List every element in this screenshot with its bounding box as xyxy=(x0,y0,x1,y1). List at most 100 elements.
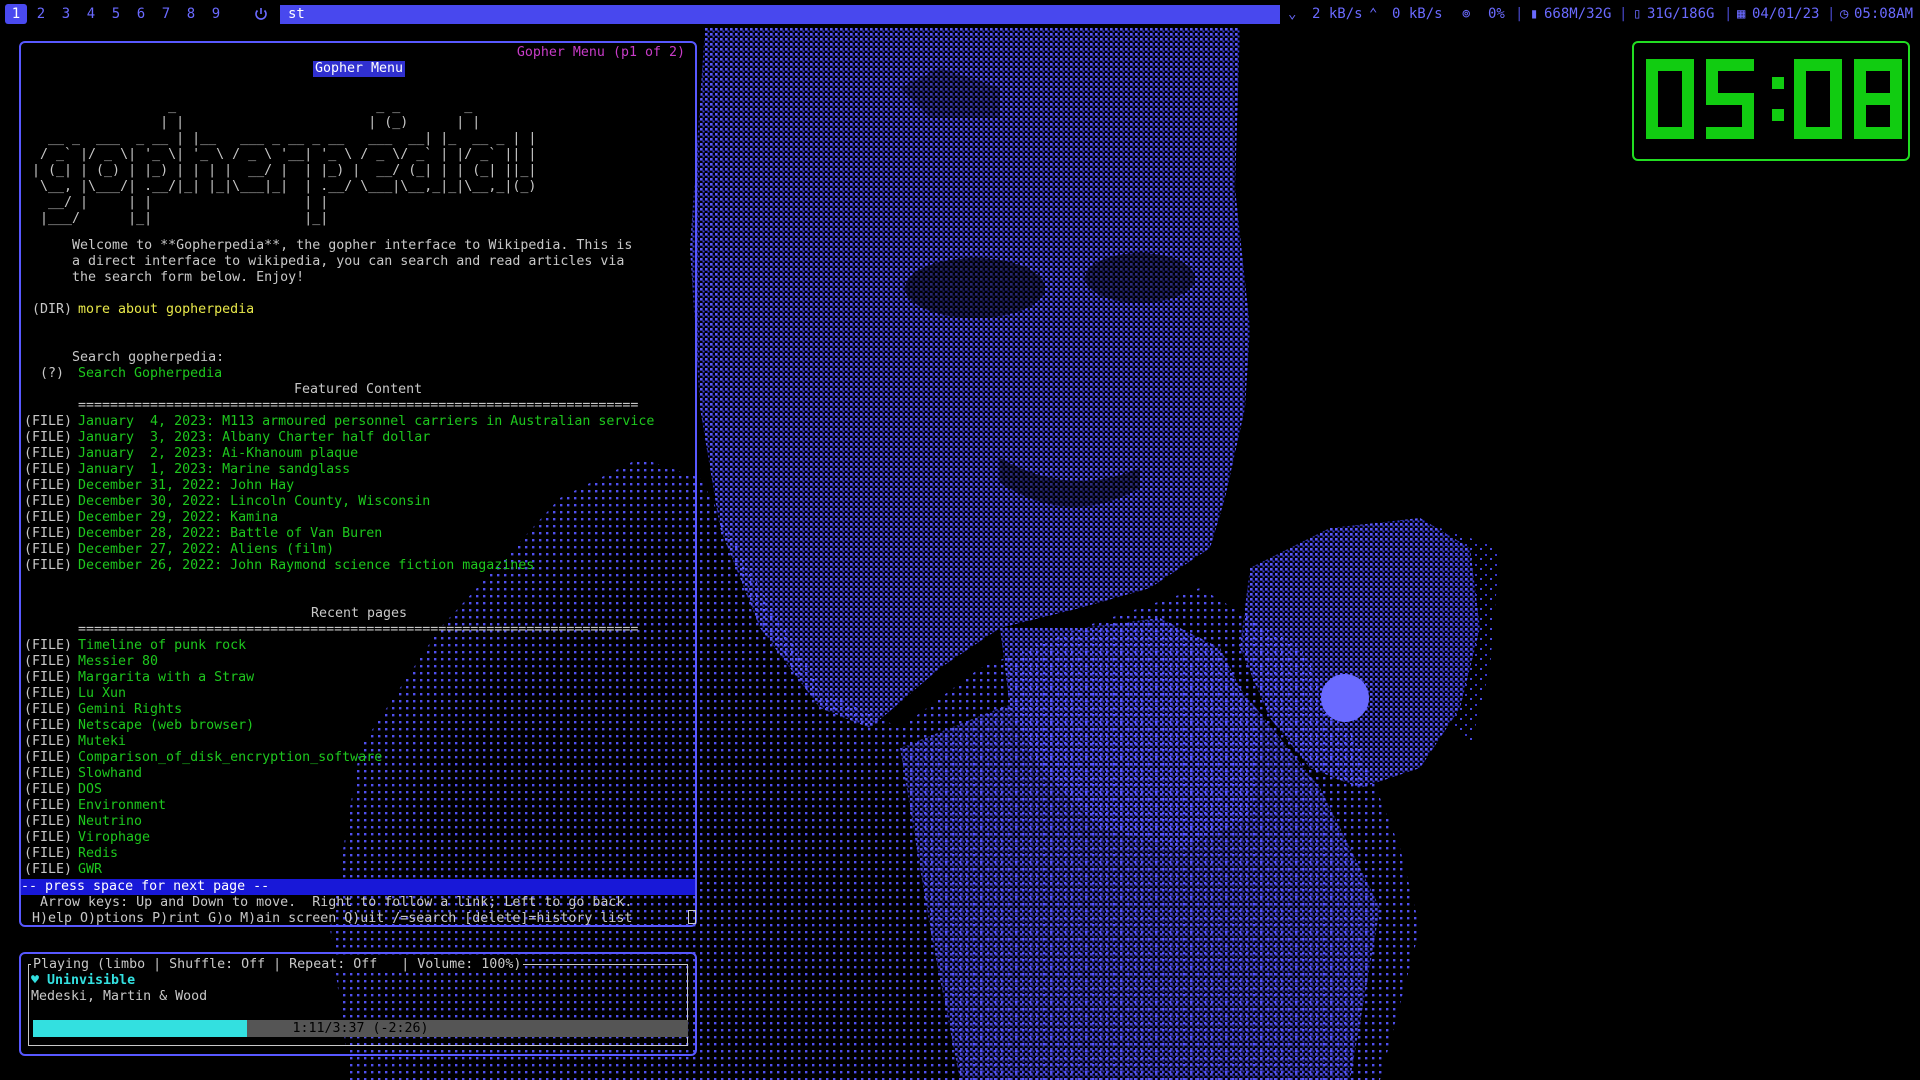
recent-link[interactable]: Netscape (web browser) xyxy=(78,718,254,734)
file-tag: (FILE) xyxy=(24,478,73,493)
logo-line: | | | (_) | | xyxy=(24,115,481,130)
featured-link[interactable]: January 3, 2023: Albany Charter half dol… xyxy=(78,430,430,446)
file-tag: (FILE) xyxy=(24,654,73,669)
featured-link[interactable]: December 28, 2022: Battle of Van Buren xyxy=(78,526,382,542)
cpu-icon: ⊚ xyxy=(1462,6,1471,22)
dir-tag: (DIR) xyxy=(24,302,73,317)
clock-segment xyxy=(1794,99,1806,139)
memory-value: 668M/32G xyxy=(1544,6,1612,22)
power-icon[interactable] xyxy=(253,0,269,28)
clock-digit xyxy=(1706,59,1754,139)
time-value: 05:08AM xyxy=(1854,6,1914,22)
file-tag: (FILE) xyxy=(24,542,73,557)
featured-rule: ========================================… xyxy=(78,398,639,413)
featured-link[interactable]: January 4, 2023: M113 armoured personnel… xyxy=(78,414,654,430)
clock-segment xyxy=(1646,99,1658,139)
player-status: Playing (limbo | Shuffle: Off | Repeat: … xyxy=(31,957,524,973)
recent-link[interactable]: Timeline of punk rock xyxy=(78,638,246,654)
logo-line: | (_| | (_) | |_) | | | | __/ | | |_) | … xyxy=(24,163,537,178)
file-tag: (FILE) xyxy=(24,846,73,861)
file-tag: (FILE) xyxy=(24,494,73,509)
file-tag: (FILE) xyxy=(24,638,73,653)
disk-icon: ▯ xyxy=(1633,6,1642,22)
track-title: ♥ Uninvisible xyxy=(31,973,136,988)
dir-link-about[interactable]: more about gopherpedia xyxy=(78,302,254,318)
date-value: 04/01/23 xyxy=(1752,6,1820,22)
memory-icon: ▮ xyxy=(1530,6,1539,22)
cursor xyxy=(688,910,696,924)
workspace-2[interactable]: 2 xyxy=(30,4,52,24)
workspace-5[interactable]: 5 xyxy=(105,4,127,24)
workspace-1[interactable]: 1 xyxy=(5,4,27,24)
recent-link[interactable]: Neutrino xyxy=(78,814,142,830)
clock-digit xyxy=(1794,59,1842,139)
workspace-9[interactable]: 9 xyxy=(205,4,227,24)
cpu-value: 0% xyxy=(1488,6,1505,22)
clock-segment xyxy=(1706,127,1754,139)
clock-widget xyxy=(1632,41,1910,161)
file-tag: (FILE) xyxy=(24,702,73,717)
workspace-4[interactable]: 4 xyxy=(80,4,102,24)
file-tag: (FILE) xyxy=(24,830,73,845)
next-page-hint: -- press space for next page -- xyxy=(21,879,695,895)
workspace-3[interactable]: 3 xyxy=(55,4,77,24)
recent-link[interactable]: Gemini Rights xyxy=(78,702,182,718)
recent-link[interactable]: Redis xyxy=(78,846,118,862)
recent-link[interactable]: GWR xyxy=(78,862,102,878)
workspace-8[interactable]: 8 xyxy=(180,4,202,24)
recent-link[interactable]: Muteki xyxy=(78,734,126,750)
window-title[interactable]: st xyxy=(280,5,1280,24)
net-down-value: 2 kB/s xyxy=(1312,6,1363,22)
featured-link[interactable]: December 31, 2022: John Hay xyxy=(78,478,294,494)
file-tag: (FILE) xyxy=(24,558,73,573)
gopher-terminal[interactable]: Gopher Menu (p1 of 2) Gopher Menu _ _ _ … xyxy=(19,41,697,927)
featured-link[interactable]: January 1, 2023: Marine sandglass xyxy=(78,462,350,478)
search-link[interactable]: Search Gopherpedia xyxy=(78,366,222,382)
recent-heading: Recent pages xyxy=(311,606,408,621)
clock-segment xyxy=(1646,59,1658,99)
featured-link[interactable]: December 26, 2022: John Raymond science … xyxy=(78,558,534,574)
file-tag: (FILE) xyxy=(24,750,73,765)
clock-icon: ◷ xyxy=(1840,6,1849,22)
featured-link[interactable]: December 27, 2022: Aliens (film) xyxy=(78,542,334,558)
file-tag: (FILE) xyxy=(24,526,73,541)
welcome-line: the search form below. Enjoy! xyxy=(24,270,305,285)
clock-digits xyxy=(1646,59,1902,139)
recent-link[interactable]: Margarita with a Straw xyxy=(78,670,254,686)
featured-link[interactable]: December 29, 2022: Kamina xyxy=(78,510,278,526)
clock-colon xyxy=(1772,109,1784,121)
clock-segment xyxy=(1794,59,1806,99)
featured-link[interactable]: December 30, 2022: Lincoln County, Wisco… xyxy=(78,494,430,510)
clock-segment xyxy=(1830,59,1842,99)
progress-bar[interactable]: 1:11/3:37 (-2:26) xyxy=(33,1020,688,1037)
disk-value: 31G/186G xyxy=(1647,6,1715,22)
recent-link[interactable]: Messier 80 xyxy=(78,654,158,670)
recent-link[interactable]: Slowhand xyxy=(78,766,142,782)
featured-link[interactable]: January 2, 2023: Ai-Khanoum plaque xyxy=(78,446,358,462)
music-player[interactable]: Playing (limbo | Shuffle: Off | Repeat: … xyxy=(19,952,697,1056)
logo-line: / _` |/ _ \| '_ \| '_ \ / _ \ '__| '_ \ … xyxy=(24,147,537,162)
clock-digit xyxy=(1854,59,1902,139)
recent-link[interactable]: Environment xyxy=(78,798,166,814)
calendar-icon: ▦ xyxy=(1737,6,1746,22)
file-tag: (FILE) xyxy=(24,782,73,797)
recent-link[interactable]: DOS xyxy=(78,782,102,798)
welcome-line: Welcome to **Gopherpedia**, the gopher i… xyxy=(24,238,633,253)
logo-line: |___/ |_| |_| xyxy=(24,211,329,226)
file-tag: (FILE) xyxy=(24,814,73,829)
separator: | xyxy=(1724,6,1733,22)
file-tag: (FILE) xyxy=(24,798,73,813)
workspace-6[interactable]: 6 xyxy=(130,4,152,24)
recent-rule: ========================================… xyxy=(78,622,639,637)
separator: | xyxy=(1827,6,1836,22)
logo-line: \__, |\___/| .__/|_| |_|\___|_| | .__/ \… xyxy=(24,179,537,194)
status-bar: 1 2 3 4 5 6 7 8 9 st ⌄ 2 kB/s ⌃ 0 kB/s ⊚… xyxy=(0,0,1920,28)
file-tag: (FILE) xyxy=(24,462,73,477)
recent-link[interactable]: Virophage xyxy=(78,830,150,846)
workspace-7[interactable]: 7 xyxy=(155,4,177,24)
recent-link[interactable]: Comparison_of_disk_encryption_software xyxy=(78,750,382,766)
recent-link[interactable]: Lu Xun xyxy=(78,686,126,702)
chevron-down-icon: ⌄ xyxy=(1288,6,1297,22)
separator: | xyxy=(1515,6,1524,22)
file-tag: (FILE) xyxy=(24,718,73,733)
